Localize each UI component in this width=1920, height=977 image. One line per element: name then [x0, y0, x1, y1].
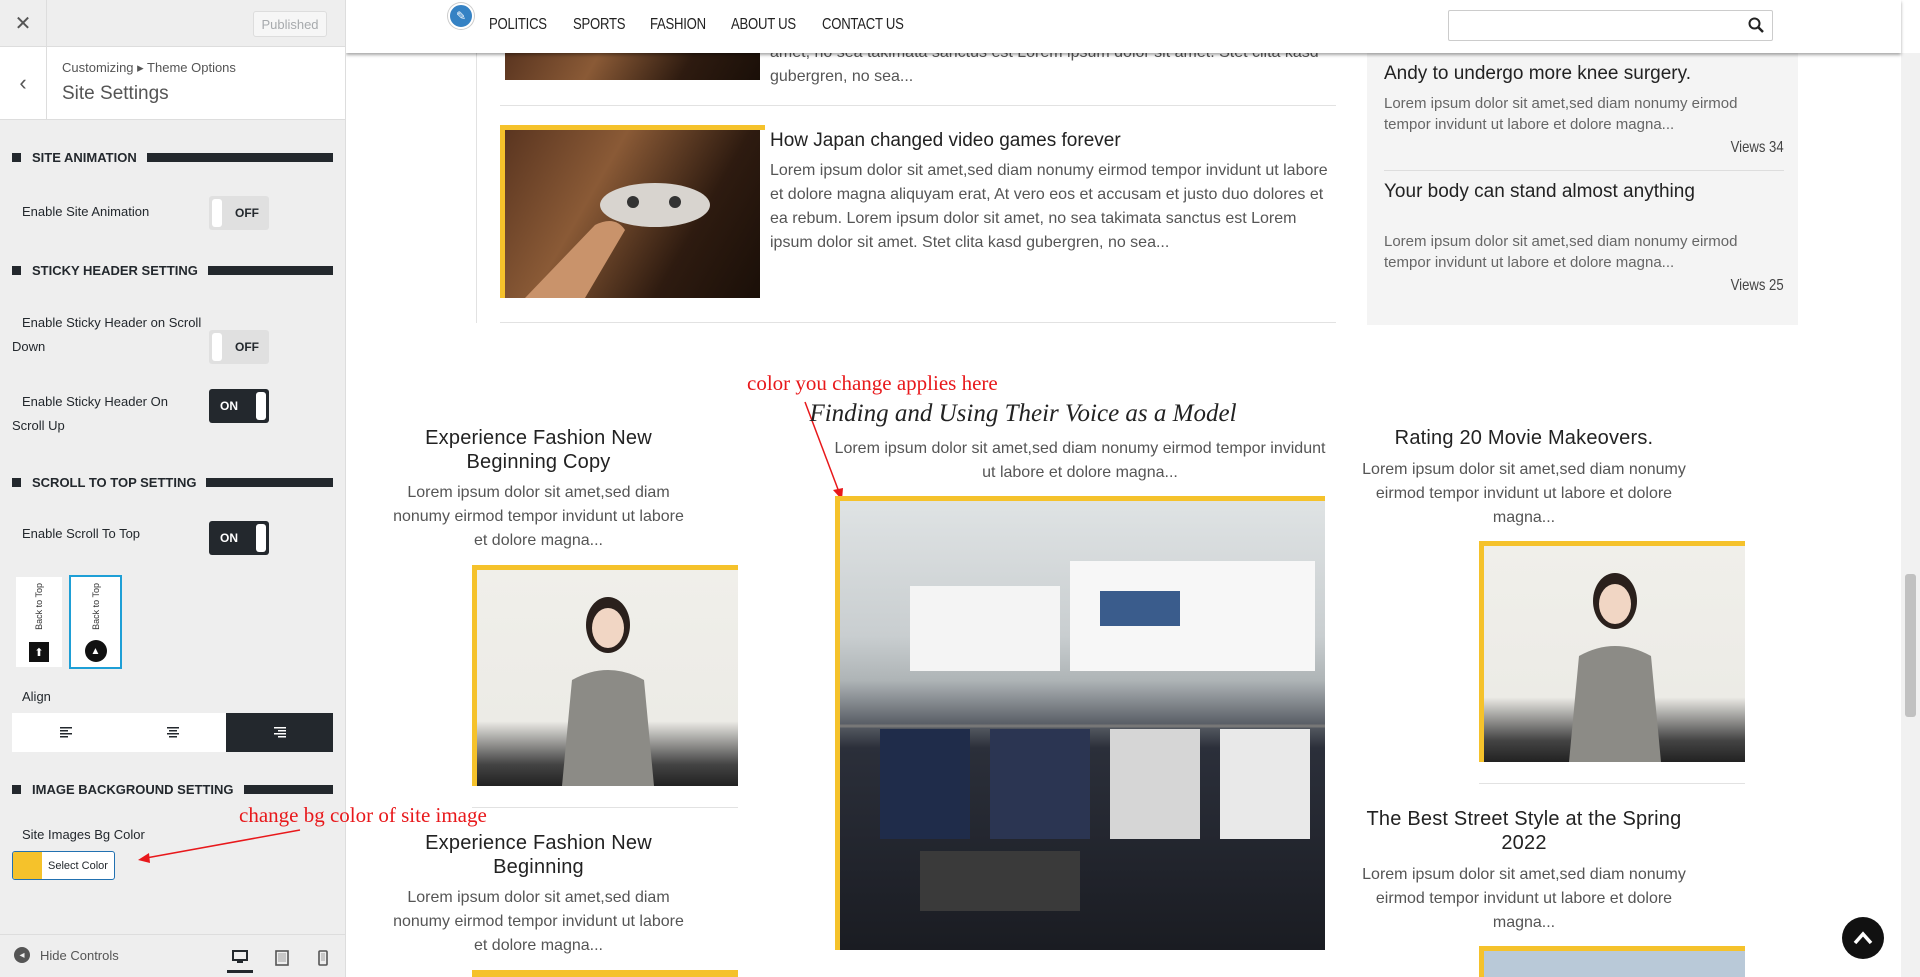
- annotation-change-bg: change bg color of site image: [239, 803, 487, 827]
- site-preview: ✎ POLITICS SPORTS FASHION ABOUT US CONTA…: [346, 0, 1920, 977]
- desktop-preview-icon[interactable]: [227, 943, 253, 973]
- section-sticky-header: STICKY HEADER SETTING: [12, 263, 333, 278]
- published-button[interactable]: Published: [253, 11, 327, 37]
- sticky-scroll-up-toggle[interactable]: ON: [209, 389, 269, 423]
- select-color-button[interactable]: Select Color: [12, 851, 115, 880]
- sticky-scroll-up-label: Enable Sticky Header On Scroll Up: [12, 394, 168, 433]
- collapse-icon: ◂: [14, 947, 30, 963]
- align-center-button[interactable]: [119, 713, 226, 752]
- align-right-icon: [273, 727, 286, 738]
- close-icon[interactable]: ✕: [0, 0, 47, 47]
- article-excerpt: Lorem ipsum dolor sit amet,sed diam nonu…: [1362, 866, 1686, 931]
- page-title: Site Settings: [62, 83, 169, 104]
- article-title[interactable]: The Best Street Style at the Spring 2022: [1358, 807, 1690, 855]
- article-title[interactable]: Experience Fashion New Beginning: [386, 831, 691, 879]
- site-navigation: ✎ POLITICS SPORTS FASHION ABOUT US CONTA…: [346, 0, 1901, 53]
- nav-sports[interactable]: SPORTS: [573, 16, 625, 34]
- images-bg-color-label: Site Images Bg Color: [22, 827, 145, 842]
- color-swatch: [13, 852, 42, 879]
- back-arrow-icon[interactable]: ‹: [0, 47, 47, 119]
- align-button-group: [12, 713, 333, 752]
- mobile-preview-icon[interactable]: [310, 943, 336, 973]
- article-excerpt: Lorem ipsum dolor sit amet,sed diam nonu…: [393, 889, 684, 954]
- article-thumbnail-woman[interactable]: [477, 570, 738, 786]
- clothing-store-image: [840, 561, 1325, 911]
- nav-fashion[interactable]: FASHION: [650, 16, 706, 34]
- chevron-up-icon: ▲: [84, 640, 107, 662]
- align-center-icon: [166, 727, 179, 738]
- featured-image-store[interactable]: [840, 501, 1325, 950]
- search-input[interactable]: [1448, 10, 1773, 41]
- align-label: Align: [22, 689, 51, 704]
- back-to-top-button[interactable]: [1842, 917, 1884, 959]
- tablet-preview-icon[interactable]: [269, 943, 295, 973]
- article-thumbnail-woman[interactable]: [1484, 546, 1745, 762]
- back-to-top-style-circle[interactable]: Back to Top ▲: [69, 575, 122, 669]
- customizer-panel: ✕ Published ‹ Customizing ▸ Theme Option…: [0, 0, 346, 977]
- back-to-top-style-square[interactable]: Back to Top ⬆: [16, 577, 62, 667]
- section-scroll-top: SCROLL TO TOP SETTING: [12, 475, 333, 490]
- featured-excerpt: Lorem ipsum dolor sit amet,sed diam nonu…: [834, 440, 1326, 481]
- chevron-up-icon: [1853, 931, 1873, 945]
- nav-about-us[interactable]: ABOUT US: [731, 16, 796, 34]
- article-title[interactable]: Rating 20 Movie Makeovers.: [1358, 426, 1690, 450]
- align-left-button[interactable]: [12, 713, 119, 752]
- featured-title[interactable]: Finding and Using Their Voice as a Model: [784, 400, 1262, 428]
- article-excerpt: Lorem ipsum dolor sit amet,sed diam nonu…: [393, 484, 684, 549]
- align-right-button[interactable]: [226, 713, 333, 752]
- woman-image: [1569, 573, 1661, 762]
- article-thumbnail[interactable]: [1484, 951, 1745, 977]
- sticky-scroll-down-label: Enable Sticky Header on Scroll Down: [12, 315, 202, 354]
- scrollbar[interactable]: [1901, 53, 1920, 977]
- article-title[interactable]: Experience Fashion New Beginning Copy: [386, 426, 691, 474]
- nav-contact-us[interactable]: CONTACT US: [822, 16, 904, 34]
- align-left-icon: [59, 727, 72, 738]
- scrollbar-thumb[interactable]: [1905, 574, 1916, 717]
- sticky-scroll-down-toggle[interactable]: OFF: [209, 330, 269, 364]
- customizer-header: ✕ Published: [0, 0, 345, 47]
- site-animation-toggle[interactable]: OFF: [209, 196, 269, 230]
- customizer-footer: ◂ Hide Controls: [0, 934, 345, 977]
- nav-politics[interactable]: POLITICS: [489, 16, 547, 34]
- scroll-to-top-toggle[interactable]: ON: [209, 521, 269, 555]
- woman-image: [562, 597, 654, 786]
- section-header: ‹ Customizing ▸ Theme Options Site Setti…: [0, 47, 345, 120]
- arrow-up-icon: ⬆: [29, 642, 49, 662]
- scroll-to-top-label: Enable Scroll To Top: [22, 526, 141, 541]
- search-icon[interactable]: [1748, 17, 1764, 37]
- edit-shortcut-icon[interactable]: ✎: [448, 3, 474, 29]
- site-animation-label: Enable Site Animation: [22, 204, 150, 219]
- breadcrumb: Customizing ▸ Theme Options: [62, 60, 236, 75]
- article-excerpt: Lorem ipsum dolor sit amet,sed diam nonu…: [1362, 461, 1686, 526]
- hide-controls-button[interactable]: ◂ Hide Controls: [14, 947, 119, 963]
- section-site-animation: SITE ANIMATION: [12, 150, 333, 165]
- section-image-bg: IMAGE BACKGROUND SETTING: [12, 782, 333, 797]
